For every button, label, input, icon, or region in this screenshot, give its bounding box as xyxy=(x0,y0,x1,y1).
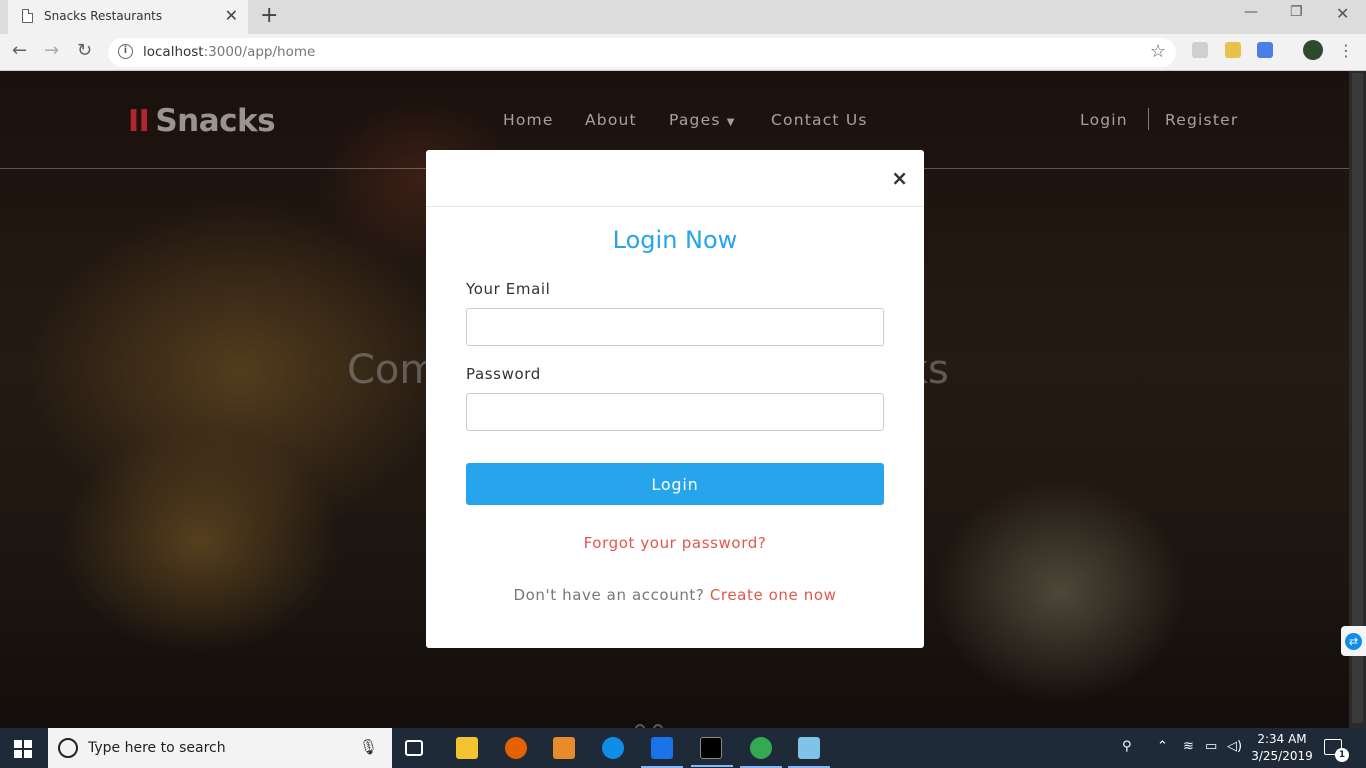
windows-start-icon[interactable] xyxy=(14,740,32,758)
restore-icon[interactable]: ❐ xyxy=(1290,4,1303,20)
password-field[interactable] xyxy=(466,393,884,431)
login-button[interactable]: Login xyxy=(466,463,884,505)
profile-avatar[interactable] xyxy=(1303,40,1323,60)
nav-contact[interactable]: Contact Us xyxy=(771,111,868,129)
teamviewer-icon: ⇄ xyxy=(1345,633,1362,650)
url-path: :3000/app/home xyxy=(203,44,316,60)
back-icon[interactable]: ← xyxy=(12,41,27,61)
teamviewer-icon[interactable] xyxy=(602,737,624,759)
microphone-icon[interactable]: 🎙 xyxy=(359,738,378,756)
forward-icon[interactable]: → xyxy=(44,41,59,61)
modal-title: Login Now xyxy=(612,226,738,254)
bookmark-star-icon[interactable]: ☆ xyxy=(1150,41,1166,62)
notepad-icon[interactable] xyxy=(788,737,830,768)
login-modal: × Login Now Your Email Password Login Fo… xyxy=(426,150,924,648)
modal-header: × xyxy=(426,150,924,207)
email-field[interactable] xyxy=(466,308,884,346)
action-center-icon[interactable]: 1 xyxy=(1324,739,1349,762)
nav-pages-label: Pages xyxy=(669,111,721,129)
tab-title: Snacks Restaurants xyxy=(44,9,163,23)
signup-prompt: Don't have an account? Create one now xyxy=(426,586,924,604)
webstorm-icon[interactable] xyxy=(641,737,683,768)
hero-text-left: Com xyxy=(347,347,439,393)
firefox-icon[interactable] xyxy=(505,737,527,759)
windows-taskbar: Type here to search 🎙 ⚲ ⌃ ≋ ▭ ◁) 2:34 AM… xyxy=(0,728,1366,768)
nav-register[interactable]: Register xyxy=(1165,111,1238,129)
page-icon xyxy=(22,9,33,23)
search-placeholder: Type here to search xyxy=(88,740,226,756)
close-window-icon[interactable]: ✕ xyxy=(1336,4,1349,23)
terminal-icon[interactable] xyxy=(691,737,733,767)
caret-down-icon: ▼ xyxy=(726,117,736,128)
nav-about[interactable]: About xyxy=(585,111,637,129)
nav-pages[interactable]: Pages ▼ xyxy=(669,111,736,129)
file-explorer-icon[interactable] xyxy=(456,737,478,759)
forgot-password-link[interactable]: Forgot your password? xyxy=(426,534,924,552)
taskbar-clock[interactable]: 2:34 AM 3/25/2019 xyxy=(1250,731,1314,765)
browser-tab[interactable]: Snacks Restaurants ✕ xyxy=(8,0,248,34)
nav-divider xyxy=(1148,108,1149,130)
url-text[interactable]: localhost:3000/app/home xyxy=(143,44,315,60)
teamviewer-badge[interactable]: ⇄ xyxy=(1341,626,1366,656)
volume-icon[interactable]: ◁) xyxy=(1227,739,1242,754)
no-account-text: Don't have an account? xyxy=(513,586,705,604)
extension-icon[interactable] xyxy=(1225,42,1241,58)
task-view-icon[interactable] xyxy=(405,740,423,756)
minimize-icon[interactable]: — xyxy=(1244,4,1258,20)
people-icon[interactable]: ⚲ xyxy=(1122,739,1132,754)
nav-home[interactable]: Home xyxy=(503,111,554,129)
address-bar[interactable]: i localhost:3000/app/home ☆ xyxy=(108,38,1176,67)
site-logo[interactable]: ⵏⵏ Snacks xyxy=(128,103,276,139)
close-tab-icon[interactable]: ✕ xyxy=(225,6,238,25)
chrome-icon[interactable] xyxy=(740,737,782,768)
clock-date: 3/25/2019 xyxy=(1251,749,1313,763)
email-label: Your Email xyxy=(466,280,551,298)
info-icon[interactable]: i xyxy=(118,44,133,59)
media-player-icon[interactable] xyxy=(553,737,575,759)
carousel-indicators xyxy=(635,719,671,728)
logo-text: Snacks xyxy=(155,103,276,139)
taskbar-search[interactable]: Type here to search 🎙 xyxy=(48,728,392,768)
nav-login[interactable]: Login xyxy=(1080,111,1128,129)
chevron-up-icon[interactable]: ⌃ xyxy=(1157,739,1168,754)
battery-icon[interactable]: ▭ xyxy=(1205,739,1217,754)
create-account-link[interactable]: Create one now xyxy=(710,586,837,604)
clock-time: 2:34 AM xyxy=(1257,732,1307,746)
menu-kebab-icon[interactable]: ⋮ xyxy=(1338,41,1354,61)
password-label: Password xyxy=(466,365,541,383)
close-icon[interactable]: × xyxy=(891,166,908,190)
fork-knife-icon: ⵏⵏ xyxy=(128,104,150,139)
url-host: localhost xyxy=(143,44,204,60)
extension-icon[interactable] xyxy=(1192,42,1208,58)
browser-toolbar: ← → ↻ i localhost:3000/app/home ☆ ⋮ xyxy=(0,34,1366,71)
notification-count: 1 xyxy=(1335,748,1349,762)
wifi-icon[interactable]: ≋ xyxy=(1183,739,1194,754)
extension-icon[interactable] xyxy=(1257,42,1273,58)
reload-icon[interactable]: ↻ xyxy=(77,41,92,61)
new-tab-icon[interactable]: + xyxy=(260,3,278,29)
browser-tabbar: Snacks Restaurants ✕ + — ❐ ✕ xyxy=(0,0,1366,34)
cortana-icon xyxy=(58,738,78,758)
